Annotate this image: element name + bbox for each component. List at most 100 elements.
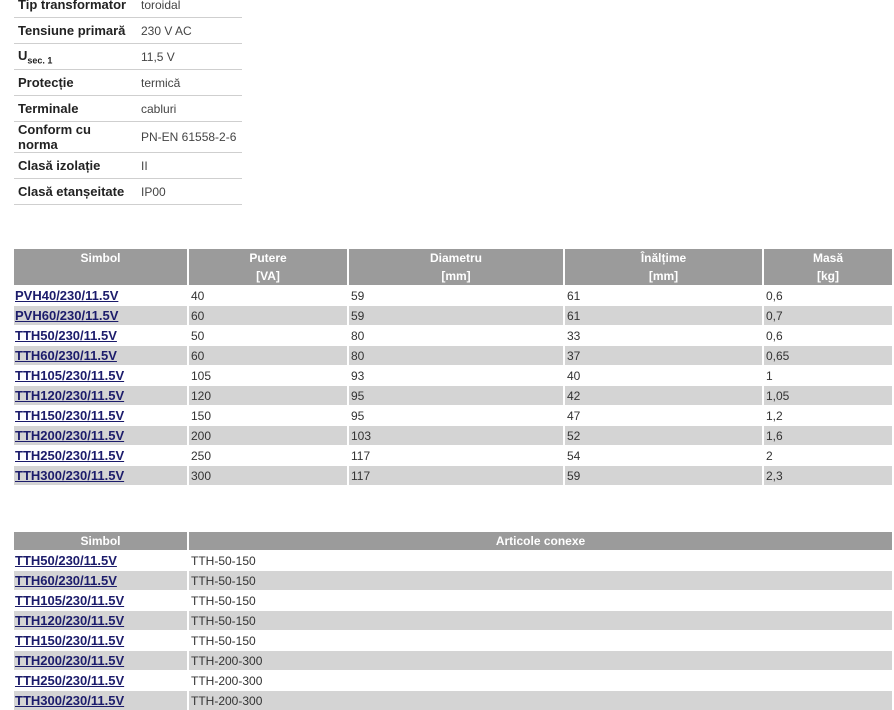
product-link[interactable]: TTH60/230/11.5V	[15, 573, 117, 588]
table-row: TTH105/230/11.5V TTH-50-150	[14, 590, 892, 611]
table-cell: 1,05	[763, 385, 892, 406]
table-cell: 0,6	[763, 285, 892, 306]
table-cell: 59	[564, 465, 764, 485]
product-link[interactable]: PVH40/230/11.5V	[15, 288, 118, 303]
table-cell: 40	[188, 285, 349, 306]
spec-key-text: Clasă etanșeitate	[18, 184, 125, 199]
symbol-cell: TTH300/230/11.5V	[14, 690, 189, 710]
table-cell: 0,7	[763, 305, 892, 326]
spec-value: termică	[137, 69, 242, 96]
product-link[interactable]: TTH200/230/11.5V	[15, 653, 124, 668]
table-cell: 105	[188, 365, 349, 386]
table-cell: 1	[763, 365, 892, 386]
table-cell: 120	[188, 385, 349, 406]
spec-value: toroidal	[137, 0, 242, 18]
spec-row: Clasă izolație II	[14, 152, 242, 179]
dimensions-table: Simbol Putere Diametru Înălțime Masă [VA] [mm…	[14, 249, 892, 485]
column-unit: [kg]	[763, 267, 892, 286]
spec-value: PN-EN 61558-2-6	[137, 121, 242, 153]
spec-key-text: Tip transformator	[18, 0, 127, 12]
table-row: TTH150/230/11.5V TTH-50-150	[14, 630, 892, 651]
product-link[interactable]: TTH105/230/11.5V	[15, 368, 124, 383]
symbol-cell: TTH150/230/11.5V	[14, 630, 189, 651]
related-item-cell: TTH-200-300	[188, 650, 892, 671]
table-row: TTH300/230/11.5V 300 117 59 2,3	[14, 465, 892, 485]
table-cell: 1,2	[763, 405, 892, 426]
units-row: [VA] [mm] [mm] [kg]	[14, 267, 892, 286]
table-cell: 2,3	[763, 465, 892, 485]
symbol-cell: TTH120/230/11.5V	[14, 610, 189, 631]
spec-value: IP00	[137, 178, 242, 205]
column-unit: [VA]	[188, 267, 349, 286]
spec-key: Conform cu norma	[14, 121, 137, 153]
table-cell: 60	[188, 345, 349, 366]
table-cell: 95	[348, 385, 565, 406]
product-link[interactable]: TTH200/230/11.5V	[15, 428, 124, 443]
spec-row: Protecție termică	[14, 69, 242, 96]
spec-key: Tensiune primară	[14, 17, 137, 44]
spec-value: 230 V AC	[137, 17, 242, 44]
table-cell: 150	[188, 405, 349, 426]
product-link[interactable]: TTH250/230/11.5V	[15, 673, 124, 688]
product-link[interactable]: TTH300/230/11.5V	[15, 693, 124, 708]
related-item-cell: TTH-50-150	[188, 610, 892, 631]
spec-key: Tip transformator	[14, 0, 137, 18]
symbol-cell: TTH150/230/11.5V	[14, 405, 189, 426]
table-row: PVH40/230/11.5V 40 59 61 0,6	[14, 285, 892, 306]
table-cell: 80	[348, 325, 565, 346]
product-link[interactable]: TTH120/230/11.5V	[15, 388, 124, 403]
spec-row: Usec. 1 11,5 V	[14, 43, 242, 70]
product-link[interactable]: TTH300/230/11.5V	[15, 468, 124, 483]
table-cell: 2	[763, 445, 892, 466]
column-header: Diametru	[348, 249, 565, 267]
product-link[interactable]: TTH150/230/11.5V	[15, 408, 124, 423]
spec-value: cabluri	[137, 95, 242, 122]
spec-key-text: Protecție	[18, 75, 74, 90]
symbol-cell: PVH60/230/11.5V	[14, 305, 189, 326]
table-cell: 50	[188, 325, 349, 346]
header-row: Simbol Articole conexe	[14, 532, 892, 551]
related-item-cell: TTH-50-150	[188, 590, 892, 611]
product-link[interactable]: TTH50/230/11.5V	[15, 328, 117, 343]
table-row: TTH250/230/11.5V TTH-200-300	[14, 670, 892, 691]
table-row: TTH150/230/11.5V 150 95 47 1,2	[14, 405, 892, 426]
table-cell: 95	[348, 405, 565, 426]
product-link[interactable]: TTH250/230/11.5V	[15, 448, 124, 463]
symbol-cell: PVH40/230/11.5V	[14, 285, 189, 306]
table-cell: 47	[564, 405, 764, 426]
product-link[interactable]: PVH60/230/11.5V	[15, 308, 118, 323]
symbol-cell: TTH120/230/11.5V	[14, 385, 189, 406]
related-item-cell: TTH-50-150	[188, 570, 892, 591]
spec-key-text: U	[18, 47, 28, 63]
table-row: PVH60/230/11.5V 60 59 61 0,7	[14, 305, 892, 326]
spec-row: Clasă etanșeitate IP00	[14, 178, 242, 205]
spec-key: Protecție	[14, 69, 137, 96]
table-cell: 52	[564, 425, 764, 446]
spec-key-subscript: sec. 1	[27, 55, 53, 66]
table-row: TTH300/230/11.5V TTH-200-300	[14, 690, 892, 710]
table-cell: 93	[348, 365, 565, 386]
symbol-cell: TTH250/230/11.5V	[14, 445, 189, 466]
related-items-table: Simbol Articole conexe TTH50/230/11.5V TTH…	[14, 532, 892, 710]
table-cell: 59	[348, 285, 565, 306]
product-link[interactable]: TTH150/230/11.5V	[15, 633, 124, 648]
table-row: TTH250/230/11.5V 250 117 54 2	[14, 445, 892, 466]
table-row: TTH120/230/11.5V 120 95 42 1,05	[14, 385, 892, 406]
table-cell: 61	[564, 305, 764, 326]
spec-key-text: Conform cu norma	[18, 122, 91, 152]
symbol-cell: TTH200/230/11.5V	[14, 650, 189, 671]
column-header: Înălțime	[564, 249, 764, 267]
product-link[interactable]: TTH120/230/11.5V	[15, 613, 124, 628]
product-link[interactable]: TTH50/230/11.5V	[15, 553, 117, 568]
table-cell: 61	[564, 285, 764, 306]
column-unit: [mm]	[348, 267, 565, 286]
product-link[interactable]: TTH60/230/11.5V	[15, 348, 117, 363]
symbol-cell: TTH50/230/11.5V	[14, 550, 189, 571]
product-link[interactable]: TTH105/230/11.5V	[15, 593, 124, 608]
table-cell: 59	[348, 305, 565, 326]
symbol-cell: TTH200/230/11.5V	[14, 425, 189, 446]
column-header: Masă	[763, 249, 892, 267]
symbol-cell: TTH105/230/11.5V	[14, 590, 189, 611]
symbol-cell: TTH250/230/11.5V	[14, 670, 189, 691]
table-row: TTH105/230/11.5V 105 93 40 1	[14, 365, 892, 386]
